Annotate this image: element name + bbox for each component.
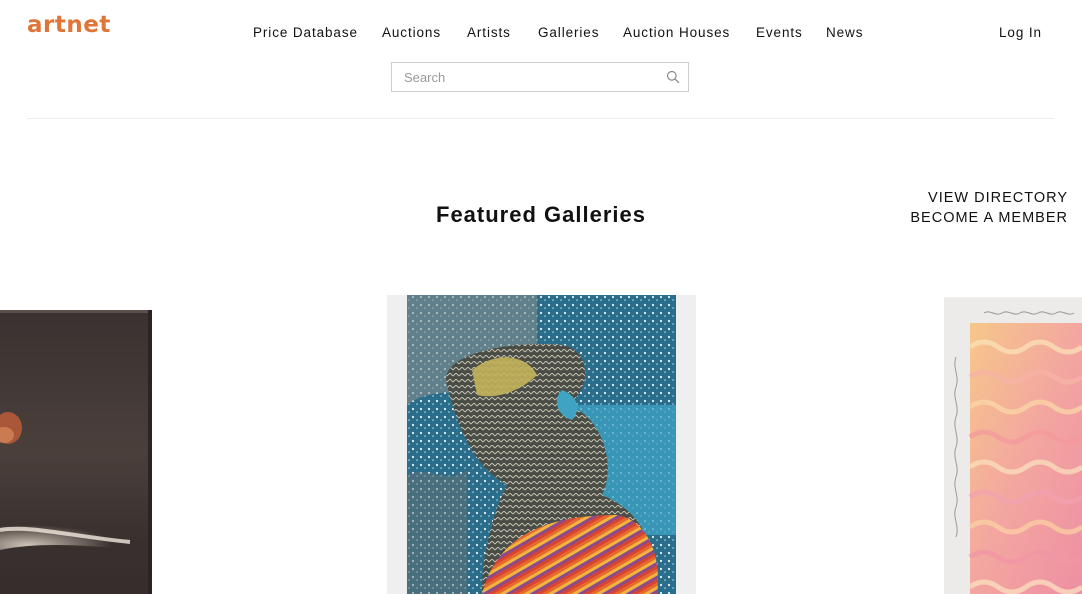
featured-card-woven-figure[interactable] [387,295,696,594]
pink-wave-artwork [944,297,1082,594]
featured-card-pink-waves[interactable] [944,297,1082,594]
nav-news[interactable]: News [826,25,863,41]
header-divider [27,118,1054,119]
view-directory-link[interactable]: VIEW DIRECTORY [910,188,1068,208]
featured-card-dark-figure[interactable] [0,310,152,594]
login-link[interactable]: Log In [999,25,1042,41]
main-nav: Price Database Auctions Artists Gallerie… [0,25,1082,41]
nav-price-database[interactable]: Price Database [253,25,358,41]
gallery-links: VIEW DIRECTORY BECOME A MEMBER [910,188,1068,228]
nav-artists[interactable]: Artists [467,25,511,41]
search-input[interactable] [392,63,664,91]
nav-auction-houses[interactable]: Auction Houses [623,25,730,41]
nav-auctions[interactable]: Auctions [382,25,441,41]
dark-figure-artwork [0,310,152,594]
nav-galleries[interactable]: Galleries [538,25,599,41]
become-member-link[interactable]: BECOME A MEMBER [910,208,1068,228]
search-icon[interactable] [666,70,680,84]
woven-figure-artwork [387,295,696,594]
nav-events[interactable]: Events [756,25,803,41]
search-box [391,62,689,92]
